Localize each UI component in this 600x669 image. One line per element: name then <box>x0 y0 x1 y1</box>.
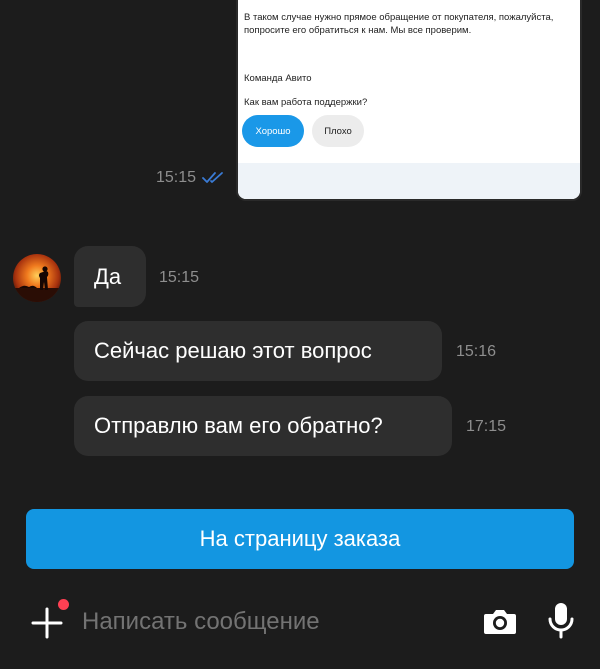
message-bubble[interactable]: Сейчас решаю этот вопрос <box>74 321 442 381</box>
camera-icon[interactable] <box>482 603 518 639</box>
sent-message-time: 15:15 <box>156 169 197 186</box>
plus-icon[interactable] <box>30 606 64 640</box>
screenshot-paragraph: В таком случае нужно прямое обращение от… <box>244 12 554 36</box>
message-text: Сейчас решаю этот вопрос <box>94 338 372 363</box>
order-page-button[interactable]: На страницу заказа <box>26 509 574 569</box>
chat-screen: В таком случае нужно прямое обращение от… <box>0 0 600 669</box>
message-input[interactable] <box>82 604 462 640</box>
message-bubble[interactable]: Да <box>74 246 146 307</box>
message-time: 17:15 <box>466 418 507 435</box>
screenshot-question: Как вам работа поддержки? <box>244 97 368 108</box>
screenshot-footer <box>238 163 580 199</box>
message-bubble[interactable]: Отправлю вам его обратно? <box>74 396 452 456</box>
avatar[interactable] <box>13 254 61 302</box>
message-composer <box>0 590 600 652</box>
message-time: 15:16 <box>456 343 497 360</box>
microphone-icon[interactable] <box>545 601 577 641</box>
message-text: Да <box>94 263 122 289</box>
screenshot-bad-button: Плохо <box>312 115 364 147</box>
message-text: Отправлю вам его обратно? <box>94 413 383 438</box>
sent-message-meta: 15:15 <box>156 169 224 187</box>
double-check-icon <box>202 171 224 185</box>
screenshot-signature: Команда Авито <box>244 73 312 84</box>
notification-dot <box>58 599 69 610</box>
message-time: 15:15 <box>159 269 200 286</box>
screenshot-image-message[interactable]: В таком случае нужно прямое обращение от… <box>236 0 582 201</box>
screenshot-good-button: Хорошо <box>242 115 304 147</box>
